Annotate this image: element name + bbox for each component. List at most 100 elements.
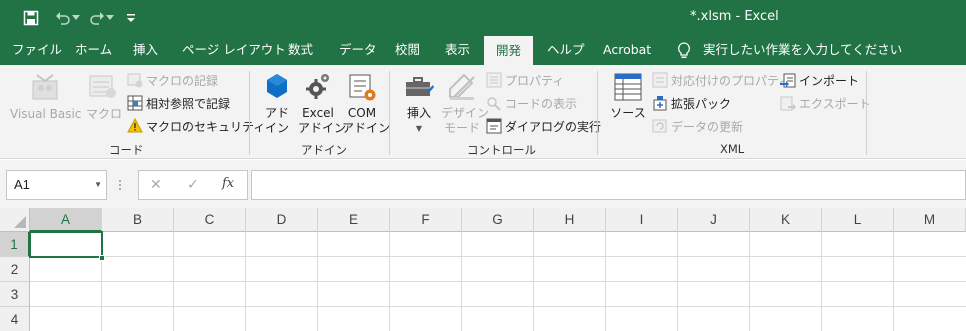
group-label-code: コード <box>109 143 144 157</box>
tab-formulas[interactable]: 数式 <box>286 36 315 65</box>
group-label-addins: アドイン <box>301 143 347 157</box>
tab-help[interactable]: ヘルプ <box>545 36 587 65</box>
relative-references-icon <box>127 95 143 111</box>
tab-data[interactable]: データ <box>337 36 379 65</box>
com-addins-button[interactable]: COM アドイン <box>342 71 390 136</box>
table-row[interactable] <box>30 307 966 331</box>
customize-qat-icon[interactable] <box>120 7 142 29</box>
save-icon[interactable] <box>20 7 42 29</box>
expansion-packs-icon <box>652 95 668 111</box>
use-relative-references-button[interactable]: 相対参照で記録 <box>127 93 230 113</box>
redo-dropdown-icon[interactable] <box>104 7 116 29</box>
warning-icon <box>127 117 143 134</box>
xml-import-button[interactable]: インポート <box>780 70 859 90</box>
macro-icon <box>87 71 119 103</box>
xml-source-icon <box>612 71 644 103</box>
column-header-b[interactable]: B <box>102 208 174 232</box>
macro-button[interactable]: マクロ <box>86 71 122 122</box>
column-header-m[interactable]: M <box>894 208 966 232</box>
grid-line <box>317 232 318 331</box>
com-addins-icon <box>347 71 377 103</box>
import-icon <box>780 72 796 88</box>
macro-security-button[interactable]: マクロのセキュリティ <box>127 116 265 136</box>
run-dialog-button[interactable]: ダイアログの実行 <box>486 116 601 136</box>
run-dialog-icon <box>486 118 502 134</box>
row-header-4[interactable]: 4 <box>0 307 30 331</box>
tab-insert[interactable]: 挿入 <box>131 36 160 65</box>
excel-window: { "title": {"text": "*.xlsm - Excel"}, "… <box>0 0 966 331</box>
group-separator <box>866 71 867 155</box>
tab-page-layout[interactable]: ページ レイアウト <box>180 36 288 65</box>
column-header-l[interactable]: L <box>822 208 894 232</box>
cancel-icon[interactable]: ✕ <box>150 177 162 193</box>
excel-addins-button[interactable]: Excel アドイン <box>298 71 346 136</box>
grid-line <box>749 232 750 331</box>
grid-line <box>677 232 678 331</box>
xml-source-button[interactable]: ソース <box>610 71 646 121</box>
column-header-i[interactable]: I <box>606 208 678 232</box>
map-properties-icon <box>652 72 668 88</box>
tab-acrobat[interactable]: Acrobat <box>601 36 653 65</box>
visual-basic-button[interactable]: Visual Basic <box>10 71 81 122</box>
table-row[interactable] <box>30 282 966 307</box>
insert-control-button[interactable]: 挿入 ▼ <box>401 71 437 136</box>
table-row[interactable] <box>30 232 966 257</box>
expansion-packs-button[interactable]: 拡張パック <box>652 93 731 113</box>
tab-view[interactable]: 表示 <box>443 36 472 65</box>
addins-button[interactable]: アド イン <box>262 71 292 136</box>
column-header-f[interactable]: F <box>390 208 462 232</box>
visual-basic-icon <box>29 71 61 103</box>
select-all-button[interactable] <box>0 208 30 232</box>
xml-export-button[interactable]: エクスポート <box>780 93 871 113</box>
undo-dropdown-icon[interactable] <box>70 7 82 29</box>
map-properties-button[interactable]: 対応付けのプロパティ <box>652 70 790 90</box>
grid-line <box>173 232 174 331</box>
insert-function-icon[interactable]: fx <box>222 176 234 191</box>
worksheet-grid: A B C D E F G H I J K L M 1 2 3 4 <box>0 208 966 331</box>
tell-me-search[interactable]: 実行したい作業を入力してください <box>701 36 904 65</box>
ribbon-developer: Visual Basic マクロ マクロの記録 相対参照で記録 マクロのセキュリ… <box>0 65 966 159</box>
column-header-c[interactable]: C <box>174 208 246 232</box>
chevron-down-icon[interactable]: ▼ <box>94 180 102 189</box>
refresh-data-button[interactable]: データの更新 <box>652 116 743 136</box>
column-header-j[interactable]: J <box>678 208 750 232</box>
export-icon <box>780 95 796 111</box>
group-separator <box>597 71 598 155</box>
grid-line <box>461 232 462 331</box>
column-header-g[interactable]: G <box>462 208 534 232</box>
fill-handle[interactable] <box>99 255 105 261</box>
title-bar: *.xlsm - Excel <box>0 0 966 36</box>
column-header-k[interactable]: K <box>750 208 822 232</box>
active-cell[interactable] <box>29 231 103 258</box>
column-header-a[interactable]: A <box>30 208 102 232</box>
table-row[interactable] <box>30 257 966 282</box>
tab-file[interactable]: ファイル <box>10 36 64 65</box>
design-mode-icon <box>446 71 478 103</box>
record-macro-button[interactable]: マクロの記録 <box>127 70 218 90</box>
drag-handle-icon[interactable] <box>118 177 122 191</box>
column-header-d[interactable]: D <box>246 208 318 232</box>
grid-line <box>605 232 606 331</box>
design-mode-button[interactable]: デザイン モード <box>441 71 489 136</box>
row-header-1[interactable]: 1 <box>0 232 30 257</box>
tab-home[interactable]: ホーム <box>73 36 114 65</box>
name-box[interactable]: A1 ▼ <box>6 170 107 200</box>
enter-icon[interactable]: ✓ <box>187 177 199 193</box>
formula-bar: A1 ▼ ✕ ✓ fx <box>0 160 966 208</box>
record-macro-icon <box>127 72 143 88</box>
tab-developer[interactable]: 開発 <box>484 36 533 66</box>
column-header-e[interactable]: E <box>318 208 390 232</box>
tab-review[interactable]: 校閲 <box>393 36 422 65</box>
properties-button[interactable]: プロパティ <box>486 70 564 90</box>
row-header-2[interactable]: 2 <box>0 257 30 282</box>
column-header-h[interactable]: H <box>534 208 606 232</box>
formula-input[interactable] <box>251 170 966 200</box>
group-separator <box>249 71 250 155</box>
properties-icon <box>486 72 502 88</box>
grid-line <box>533 232 534 331</box>
view-code-button[interactable]: コードの表示 <box>486 93 577 113</box>
group-label-controls: コントロール <box>467 143 536 157</box>
toolbox-icon <box>403 71 435 103</box>
addins-icon <box>263 71 291 103</box>
row-header-3[interactable]: 3 <box>0 282 30 307</box>
